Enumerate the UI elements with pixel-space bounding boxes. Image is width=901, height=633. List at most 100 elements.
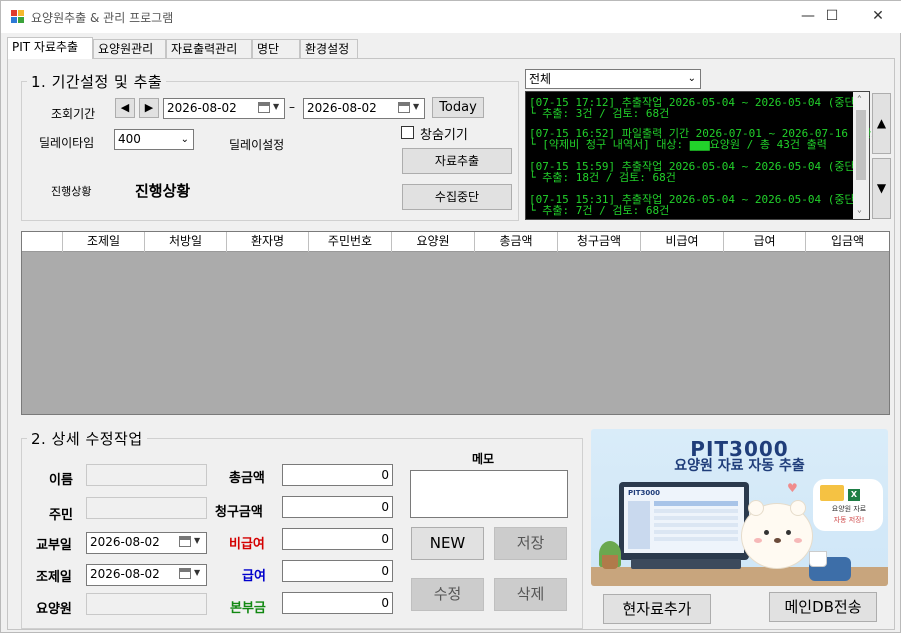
nonpay-field[interactable]: 0 — [282, 528, 393, 550]
data-grid[interactable]: 조제일 처방일 환자명 주민번호 요양원 총금액 청구금액 비급여 급여 입금액 — [21, 231, 890, 415]
delete-button[interactable]: 삭제 — [494, 578, 567, 611]
grid-header-cell[interactable]: 조제일 — [63, 232, 145, 252]
grid-header-cell[interactable]: 주민번호 — [309, 232, 392, 252]
new-button[interactable]: NEW — [411, 527, 484, 560]
tab-pit-extract[interactable]: PIT 자료추출 — [7, 37, 93, 59]
next-date-button[interactable]: ▶ — [139, 98, 159, 118]
log-scrollbar[interactable]: ⌃ ⌄ — [853, 92, 869, 219]
folder-text-2: 자동 저장! — [833, 516, 865, 524]
chevron-down-icon: ▼ — [413, 102, 420, 111]
grid-header-cell[interactable]: 청구금액 — [558, 232, 641, 252]
start-date-picker[interactable]: 2026-08-02 ▼ — [163, 98, 285, 119]
speech-bubble: X 요양원 자료 자동 저장! — [813, 479, 883, 531]
prev-date-button[interactable]: ◀ — [115, 98, 135, 118]
copay-field[interactable]: 0 — [282, 592, 393, 614]
pay-label: 급여 — [242, 569, 266, 584]
pay-field[interactable]: 0 — [282, 560, 393, 582]
nursing-home-field[interactable] — [86, 593, 207, 615]
log-scroll-down-button[interactable]: ▼ — [872, 158, 891, 219]
log-line: └ 추출: 3건 / 검토: 68건 — [529, 107, 670, 120]
resident-label: 주민 — [49, 508, 73, 523]
grid-header: 조제일 처방일 환자명 주민번호 요양원 총금액 청구금액 비급여 급여 입금액 — [22, 232, 889, 252]
grid-header-cell[interactable]: 급여 — [724, 232, 806, 252]
claim-amount-field[interactable]: 0 — [282, 496, 393, 518]
name-label: 이름 — [49, 473, 73, 488]
dispense-date-label: 조제일 — [36, 570, 72, 585]
memo-textarea[interactable] — [410, 470, 568, 518]
hide-window-label: 창숨기기 — [420, 128, 468, 143]
issue-date-picker[interactable]: 2026-08-02 ▼ — [86, 532, 207, 554]
chevron-down-icon: ▼ — [194, 536, 201, 545]
tab-output-manage[interactable]: 자료출력관리 — [166, 39, 252, 59]
name-field[interactable] — [86, 464, 207, 486]
grid-header-cell[interactable]: 총금액 — [475, 232, 558, 252]
scroll-thumb[interactable] — [856, 110, 866, 180]
hide-window-checkbox[interactable] — [401, 126, 414, 139]
nonpay-label: 비급여 — [229, 537, 265, 552]
banner-subtitle: 요양원 자료 자동 추출 — [674, 458, 805, 474]
pot-image — [602, 555, 618, 569]
grid-header-cell[interactable]: 비급여 — [641, 232, 724, 252]
grid-header-cell[interactable] — [22, 232, 63, 252]
resident-field[interactable] — [86, 497, 207, 519]
heart-icon: ♥ — [787, 481, 798, 495]
memo-label: 메모 — [472, 452, 495, 466]
folder-text-1: 요양원 자료 — [831, 505, 867, 513]
tab-roster[interactable]: 명단 — [252, 39, 300, 59]
chevron-down-icon: ⌄ — [687, 73, 696, 84]
start-date-value: 2026-08-02 — [167, 101, 237, 115]
window-title: 요양원추출 & 관리 프로그램 — [31, 11, 174, 25]
grid-header-cell[interactable]: 처방일 — [145, 232, 227, 252]
dispense-date-value: 2026-08-02 — [90, 567, 160, 581]
chevron-down-icon: ▼ — [273, 102, 280, 111]
issue-date-label: 교부일 — [36, 538, 72, 553]
calendar-icon — [179, 536, 191, 547]
promo-banner: PIT3000 요양원 자료 자동 추출 PIT3000 ♥ X 요양원 자료 … — [591, 429, 888, 586]
log-filter-select[interactable]: 전체 ⌄ — [525, 69, 701, 89]
tab-nursing-home[interactable]: 요양원관리 — [93, 39, 166, 59]
detail-group-title: 2. 상세 수정작업 — [27, 428, 147, 449]
dispense-date-picker[interactable]: 2026-08-02 ▼ — [86, 564, 207, 586]
progress-value: 진행상황 — [135, 182, 191, 200]
save-button[interactable]: 저장 — [494, 527, 567, 560]
delay-time-value: 400 — [118, 132, 141, 146]
total-amount-field[interactable]: 0 — [282, 464, 393, 486]
chevron-up-icon[interactable]: ⌃ — [857, 94, 862, 103]
delay-time-select[interactable]: 400 ⌄ — [114, 129, 194, 150]
calendar-icon — [179, 568, 191, 579]
edit-button[interactable]: 수정 — [411, 578, 484, 611]
calendar-icon — [258, 102, 270, 113]
send-main-db-button[interactable]: 메인DB전송 — [769, 592, 877, 622]
title-bar: 요양원추출 & 관리 프로그램 — ☐ ✕ — [1, 1, 901, 33]
today-button[interactable]: Today — [432, 97, 484, 118]
extract-button[interactable]: 자료추출 — [402, 148, 512, 174]
app-window: 요양원추출 & 관리 프로그램 — ☐ ✕ PIT 자료추출 요양원관리 자료출… — [0, 0, 901, 633]
add-current-button[interactable]: 현자료추가 — [603, 594, 711, 624]
nursing-home-label: 요양원 — [36, 602, 72, 617]
keyboard-image — [631, 559, 741, 569]
grid-header-cell[interactable]: 환자명 — [227, 232, 309, 252]
calendar-icon — [398, 102, 410, 113]
date-range-dash: – — [289, 100, 295, 114]
log-line: └ 추출: 18건 / 검토: 68건 — [529, 171, 676, 184]
folder-icon — [820, 485, 844, 501]
tab-settings[interactable]: 환경설정 — [300, 39, 358, 59]
grid-header-cell[interactable]: 입금액 — [806, 232, 889, 252]
cup-image — [809, 551, 827, 567]
copay-label: 본부금 — [230, 601, 266, 616]
query-period-label: 조회기간 — [51, 107, 96, 121]
maximize-button[interactable]: ☐ — [809, 1, 855, 31]
delay-setting-label: 딜레이설정 — [229, 138, 285, 152]
end-date-picker[interactable]: 2026-08-02 ▼ — [303, 98, 425, 119]
bear-mascot — [741, 500, 813, 569]
grid-header-cell[interactable]: 요양원 — [392, 232, 475, 252]
progress-label: 진행상황 — [51, 185, 92, 198]
chevron-down-icon: ⌄ — [180, 134, 189, 145]
log-scroll-up-button[interactable]: ▲ — [872, 93, 891, 154]
stop-collect-button[interactable]: 수집중단 — [402, 184, 512, 210]
period-group-title: 1. 기간설정 및 추출 — [27, 71, 167, 92]
chevron-down-icon[interactable]: ⌄ — [857, 205, 862, 214]
app-icon — [11, 10, 25, 24]
close-button[interactable]: ✕ — [855, 1, 901, 31]
log-box[interactable]: [07-15 17:12] 추출작업 2026-05-04 ~ 2026-05-… — [525, 91, 888, 220]
